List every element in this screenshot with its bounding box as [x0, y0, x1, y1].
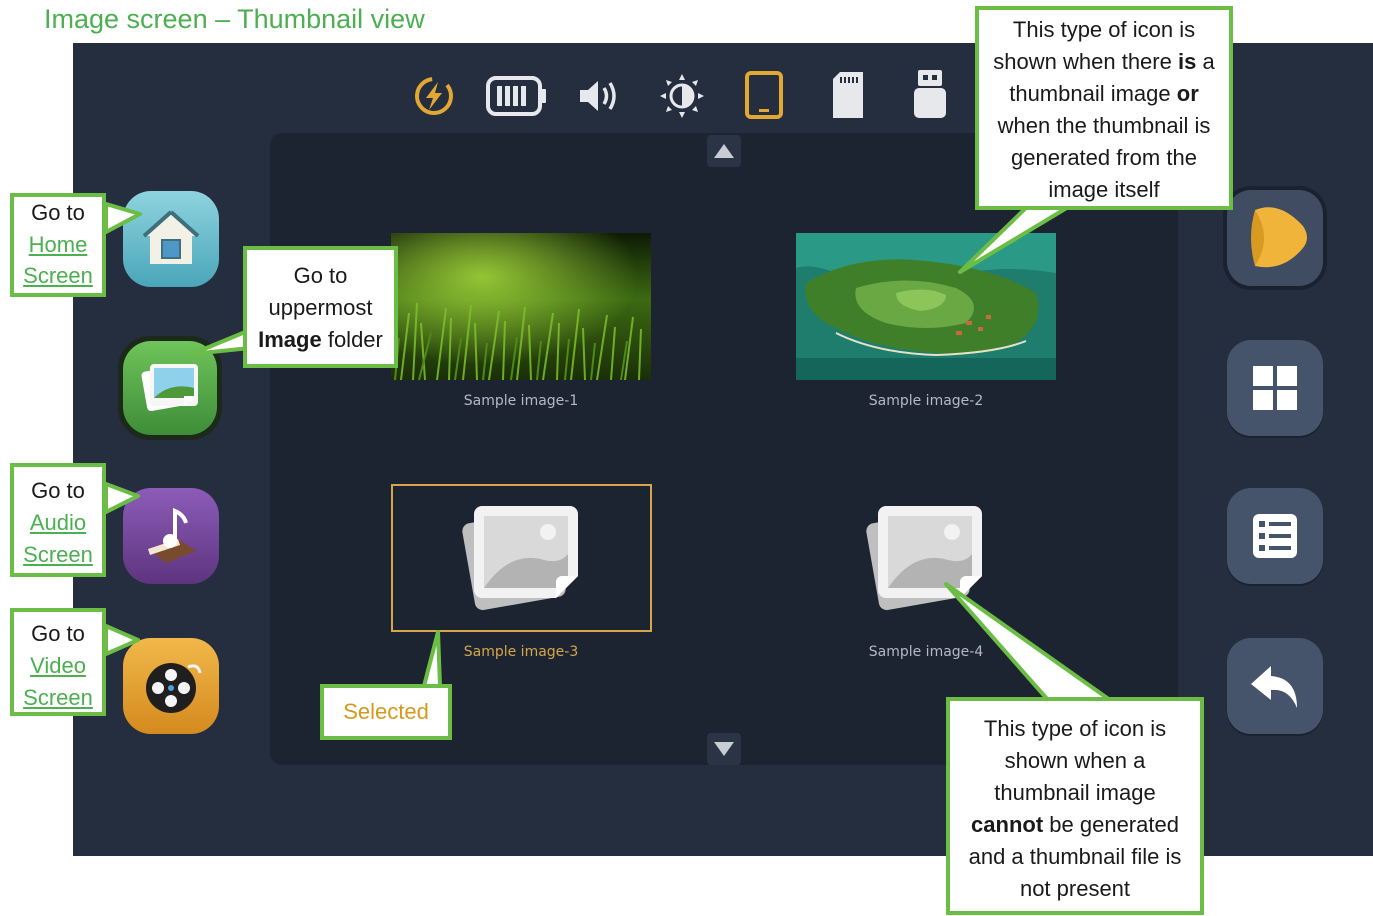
battery-icon — [486, 76, 546, 116]
home-screen-link-2[interactable]: Screen — [14, 260, 102, 292]
image-icon — [141, 364, 198, 412]
thumbnail-panel — [270, 133, 1178, 765]
triangle-down-icon — [714, 742, 734, 756]
video-screen-link-2[interactable]: Screen — [14, 682, 102, 714]
callout-thumb-t2c: a — [1196, 49, 1215, 74]
back-arrow-icon — [1251, 666, 1297, 708]
callout-selected: Selected — [320, 684, 452, 740]
play-icon — [1251, 207, 1307, 268]
triangle-up-icon — [714, 144, 734, 158]
callout-ph-t4a: cannot — [971, 812, 1044, 837]
audio-screen-link-2[interactable]: Screen — [14, 539, 102, 571]
list-view-button[interactable] — [1227, 488, 1323, 584]
thumbnail-label-4: Sample image-4 — [868, 644, 984, 660]
page-title: Image screen – Thumbnail view — [44, 4, 425, 34]
callout-audio-text: Go to — [31, 478, 85, 503]
callout-ph-t6: not present — [1019, 876, 1131, 901]
callout-video-text: Go to — [31, 621, 85, 646]
callout-thumbnail-icon: This type of icon is shown when there is… — [975, 6, 1233, 210]
callout-home-text: Go to — [31, 200, 85, 225]
callout-image-line1: Go to — [293, 263, 348, 288]
callout-placeholder-icon: This type of icon is shown when a thumbn… — [946, 697, 1204, 915]
volume-icon — [580, 81, 616, 111]
thumbnail-label-3: Sample image-3 — [463, 644, 579, 660]
callout-image: Go to uppermost Image folder — [243, 246, 398, 368]
audio-screen-link[interactable]: Audio — [14, 507, 102, 539]
callout-ph-t1: This type of icon is — [983, 716, 1167, 741]
thumbnail-image-1[interactable] — [391, 233, 651, 380]
callout-video: Go to Video Screen — [10, 608, 106, 716]
thumbnail-label-1: Sample image-1 — [463, 393, 579, 409]
callout-ph-t4b: be generated — [1043, 812, 1179, 837]
sd-card-icon — [833, 72, 863, 118]
placeholder-image-icon[interactable] — [864, 502, 988, 614]
grid-icon — [1253, 366, 1297, 410]
callout-thumb-t2a: shown when there — [993, 49, 1178, 74]
lightning-icon — [415, 77, 453, 115]
scroll-down-button[interactable] — [707, 733, 741, 765]
usb-drive-icon — [914, 70, 946, 118]
callout-ph-t2: shown when a — [1004, 748, 1146, 773]
callout-image-bold: Image — [258, 327, 322, 352]
callout-thumb-t1: This type of icon is — [1012, 17, 1196, 42]
brightness-icon — [660, 74, 704, 118]
home-button[interactable] — [122, 190, 220, 288]
callout-thumb-t3b: or — [1176, 81, 1199, 106]
callout-thumb-t3a: thumbnail image — [1009, 81, 1177, 106]
callout-ph-t5: and a thumbnail file is — [968, 844, 1182, 869]
scroll-up-button[interactable] — [707, 135, 741, 167]
video-screen-link[interactable]: Video — [14, 650, 102, 682]
play-button[interactable] — [1227, 190, 1323, 286]
thumbnail-image-2[interactable] — [796, 233, 1056, 380]
callout-image-rest: folder — [321, 327, 383, 352]
status-bar — [410, 66, 970, 120]
callout-thumb-t2b: is — [1177, 49, 1197, 74]
callout-thumb-t5: generated from the — [1011, 145, 1197, 170]
callout-ph-t3: thumbnail image — [994, 780, 1156, 805]
back-button[interactable] — [1227, 638, 1323, 734]
callout-thumb-t6: image itself — [1048, 177, 1160, 202]
callout-image-line2: uppermost — [268, 295, 373, 320]
callout-audio: Go to Audio Screen — [10, 463, 106, 577]
grid-view-button[interactable] — [1227, 340, 1323, 436]
audio-button[interactable] — [122, 487, 220, 585]
callout-home: Go to Home Screen — [10, 193, 106, 297]
thumbnail-label-2: Sample image-2 — [868, 393, 984, 409]
image-button[interactable] — [118, 336, 222, 440]
video-button[interactable] — [122, 637, 220, 735]
home-screen-link[interactable]: Home — [14, 229, 102, 261]
callout-thumb-t4: when the thumbnail is — [997, 113, 1211, 138]
tablet-icon — [745, 71, 783, 119]
placeholder-image-icon — [462, 506, 578, 611]
list-icon — [1253, 514, 1297, 558]
